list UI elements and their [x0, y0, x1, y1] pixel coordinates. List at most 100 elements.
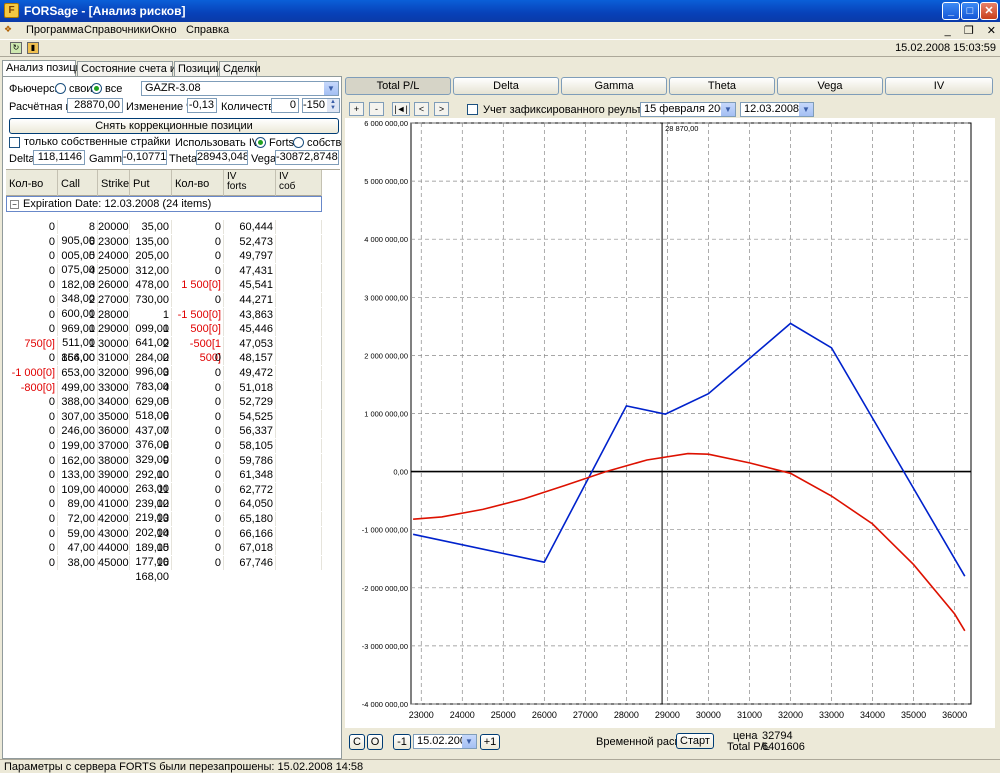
plus-day-button[interactable]: +1 [480, 734, 500, 750]
radio-all-futures[interactable] [91, 83, 102, 94]
fixed-result-checkbox[interactable] [467, 104, 478, 115]
menu-help[interactable]: Справка [186, 24, 229, 36]
col-iv-forts[interactable]: IV forts [224, 170, 276, 196]
date-from-picker[interactable]: 15 февраля 2008 г.▼ [640, 102, 736, 128]
cell-q1[interactable]: 0 [6, 468, 58, 483]
table-row[interactable]: 0 162,00 38000 9 292,00 0 59,786 [6, 453, 324, 481]
minus-day-button[interactable]: -1 [393, 734, 411, 750]
mdi-close-icon[interactable]: ✕ [987, 25, 996, 37]
cell-q1[interactable]: -1 000[0] [6, 366, 58, 380]
menu-reference[interactable]: Справочники [84, 24, 151, 36]
col-strike[interactable]: Strike [98, 170, 130, 196]
cell-q2[interactable]: -500[1 500] [172, 336, 224, 364]
zoom-in-button[interactable]: + [349, 102, 364, 116]
cell-q1[interactable]: 0 [6, 526, 58, 541]
col-iv-own[interactable]: IV соб [276, 170, 322, 196]
tab-delta[interactable]: Delta [453, 77, 559, 95]
radio-iv-own[interactable] [293, 137, 304, 148]
scroll-left-button[interactable]: < [414, 102, 429, 116]
tab-position-analysis[interactable]: Анализ позиций [2, 60, 88, 77]
own-strikes-checkbox[interactable] [9, 137, 20, 148]
col-put[interactable]: Put [130, 170, 172, 196]
cell-q1[interactable]: 0 [6, 439, 58, 453]
zoom-out-button[interactable]: - [369, 102, 384, 116]
table-row[interactable]: -800[0] 499,00 33000 4 629,00 0 51,018 [6, 380, 324, 408]
table-row[interactable]: 0 199,00 37000 8 329,00 0 58,105 [6, 439, 324, 466]
pl-chart[interactable]: 23000 24000 25000 26000 27000 28000 29000 30000… [345, 118, 995, 728]
table-row[interactable]: 03 348,00 26000 478,00 1 500[0] 45,541 [6, 278, 324, 305]
cell-q2[interactable]: 0 [172, 395, 224, 410]
instrument-select[interactable]: GAZR-3.08 ▼ [141, 81, 339, 96]
expiry-group-row[interactable]: − Expiration Date: 12.03.2008 (24 items) [6, 196, 322, 212]
cell-q2[interactable]: 0 [172, 497, 224, 512]
table-row[interactable]: -1 000[0] 653,00 32000 3 783,00 0 49,472 [6, 366, 324, 393]
mdi-minimize-icon[interactable]: _ [945, 25, 951, 37]
table-row[interactable]: 0 133,00 39000 10 263,00 0 61,348 [6, 468, 324, 495]
cell-q2[interactable]: 0 [172, 453, 224, 468]
collapse-icon[interactable]: − [10, 200, 19, 209]
change-field[interactable]: -0,13 [187, 98, 217, 113]
cell-q2[interactable]: 0 [172, 482, 224, 497]
radio-iv-forts[interactable] [255, 137, 266, 148]
scroll-right-button[interactable]: > [434, 102, 449, 116]
menu-window[interactable]: Окно [151, 24, 177, 36]
cell-q1[interactable]: 0 [6, 322, 58, 337]
table-row[interactable]: 0 307,00 35000 6 437,00 0 54,525 [6, 409, 324, 437]
close-button[interactable]: ✕ [980, 2, 998, 20]
date-to-picker[interactable]: 12.03.2008 ▼ [740, 102, 814, 117]
cell-q2[interactable]: 0 [172, 220, 224, 234]
cell-q2[interactable]: 0 [172, 234, 224, 249]
qty-stepper[interactable]: -150 ▲ ▼ [302, 98, 340, 113]
tab-gamma[interactable]: Gamma [561, 77, 667, 95]
table-row[interactable]: 0 866,00 31000 2 996,00 0 48,157 [6, 351, 324, 378]
cell-q2[interactable]: 0 [172, 555, 224, 570]
tab-account-state[interactable]: Состояние счета и ГО [77, 61, 193, 77]
cell-q2[interactable]: 0 [172, 424, 224, 439]
cell-q2[interactable]: 0 [172, 526, 224, 541]
minimize-button[interactable]: _ [942, 2, 960, 20]
cell-q2[interactable]: 0 [172, 541, 224, 556]
cell-q1[interactable]: 0 [6, 512, 58, 526]
cell-q1[interactable]: -800[0] [6, 380, 58, 395]
table-row[interactable]: 08 905,00 20000 35,00 0 60,444 [6, 220, 324, 247]
cell-q2[interactable]: 0 [172, 366, 224, 380]
cell-q2[interactable]: 500[0] [172, 322, 224, 337]
table-row[interactable]: 0 89,00 41000 12 219,00 0 64,050 [6, 497, 324, 524]
tab-vega[interactable]: Vega [777, 77, 883, 95]
fit-view-button[interactable]: |◄| [392, 102, 410, 116]
refresh-icon[interactable]: ↻ [10, 42, 22, 54]
table-row[interactable]: 0 246,00 36000 7 376,00 0 56,337 [6, 424, 324, 451]
tab-total-pl[interactable]: Total P/L [345, 77, 451, 95]
cell-q1[interactable]: 0 [6, 293, 58, 307]
cell-q2[interactable]: 0 [172, 249, 224, 264]
table-row[interactable]: 0 38,00 45000 16 168,00 0 67,746 [6, 555, 324, 583]
cell-q1[interactable]: 0 [6, 351, 58, 366]
cell-q1[interactable]: 0 [6, 307, 58, 322]
col-qty-put[interactable]: Кол-во [172, 170, 224, 196]
cell-q1[interactable]: 0 [6, 555, 58, 570]
cell-q1[interactable]: 0 [6, 453, 58, 468]
cell-q1[interactable]: 0 [6, 249, 58, 264]
remove-corrective-positions-button[interactable]: Снять коррекционные позиции [9, 118, 339, 134]
cell-q2[interactable]: 0 [172, 439, 224, 453]
calendar-dropdown-icon-2[interactable]: ▼ [799, 103, 813, 116]
cell-q2[interactable]: 1 500[0] [172, 278, 224, 293]
cell-q1[interactable]: 0 [6, 278, 58, 293]
start-button[interactable]: Старт [676, 733, 714, 749]
col-qty-call[interactable]: Кол-во [6, 170, 58, 196]
table-row[interactable]: 01 511,00 29000 1 641,00 500[0] 45,446 [6, 322, 324, 349]
calc-price-field[interactable]: 28870,00 [67, 98, 123, 113]
table-row[interactable]: 01 969,00 28000 1 099,00 -1 500[0] 43,863 [6, 307, 324, 335]
qty-field[interactable]: 0 [271, 98, 299, 113]
table-row[interactable]: 0 59,00 43000 14 189,00 0 66,166 [6, 526, 324, 554]
cell-q2[interactable]: 0 [172, 380, 224, 395]
tab-iv[interactable]: IV [885, 77, 993, 95]
chevron-down-icon-2[interactable]: ▼ [462, 735, 476, 748]
table-row[interactable]: 0 72,00 42000 13 202,00 0 65,180 [6, 512, 324, 539]
cell-q1[interactable]: 0 [6, 541, 58, 556]
cell-q1[interactable]: 0 [6, 263, 58, 278]
cell-q2[interactable]: 0 [172, 409, 224, 424]
tab-deals[interactable]: Сделки [219, 61, 261, 77]
mdi-restore-icon[interactable]: ❐ [964, 25, 974, 37]
decay-date-picker[interactable]: 15.02.2008 ▼ [413, 734, 477, 749]
